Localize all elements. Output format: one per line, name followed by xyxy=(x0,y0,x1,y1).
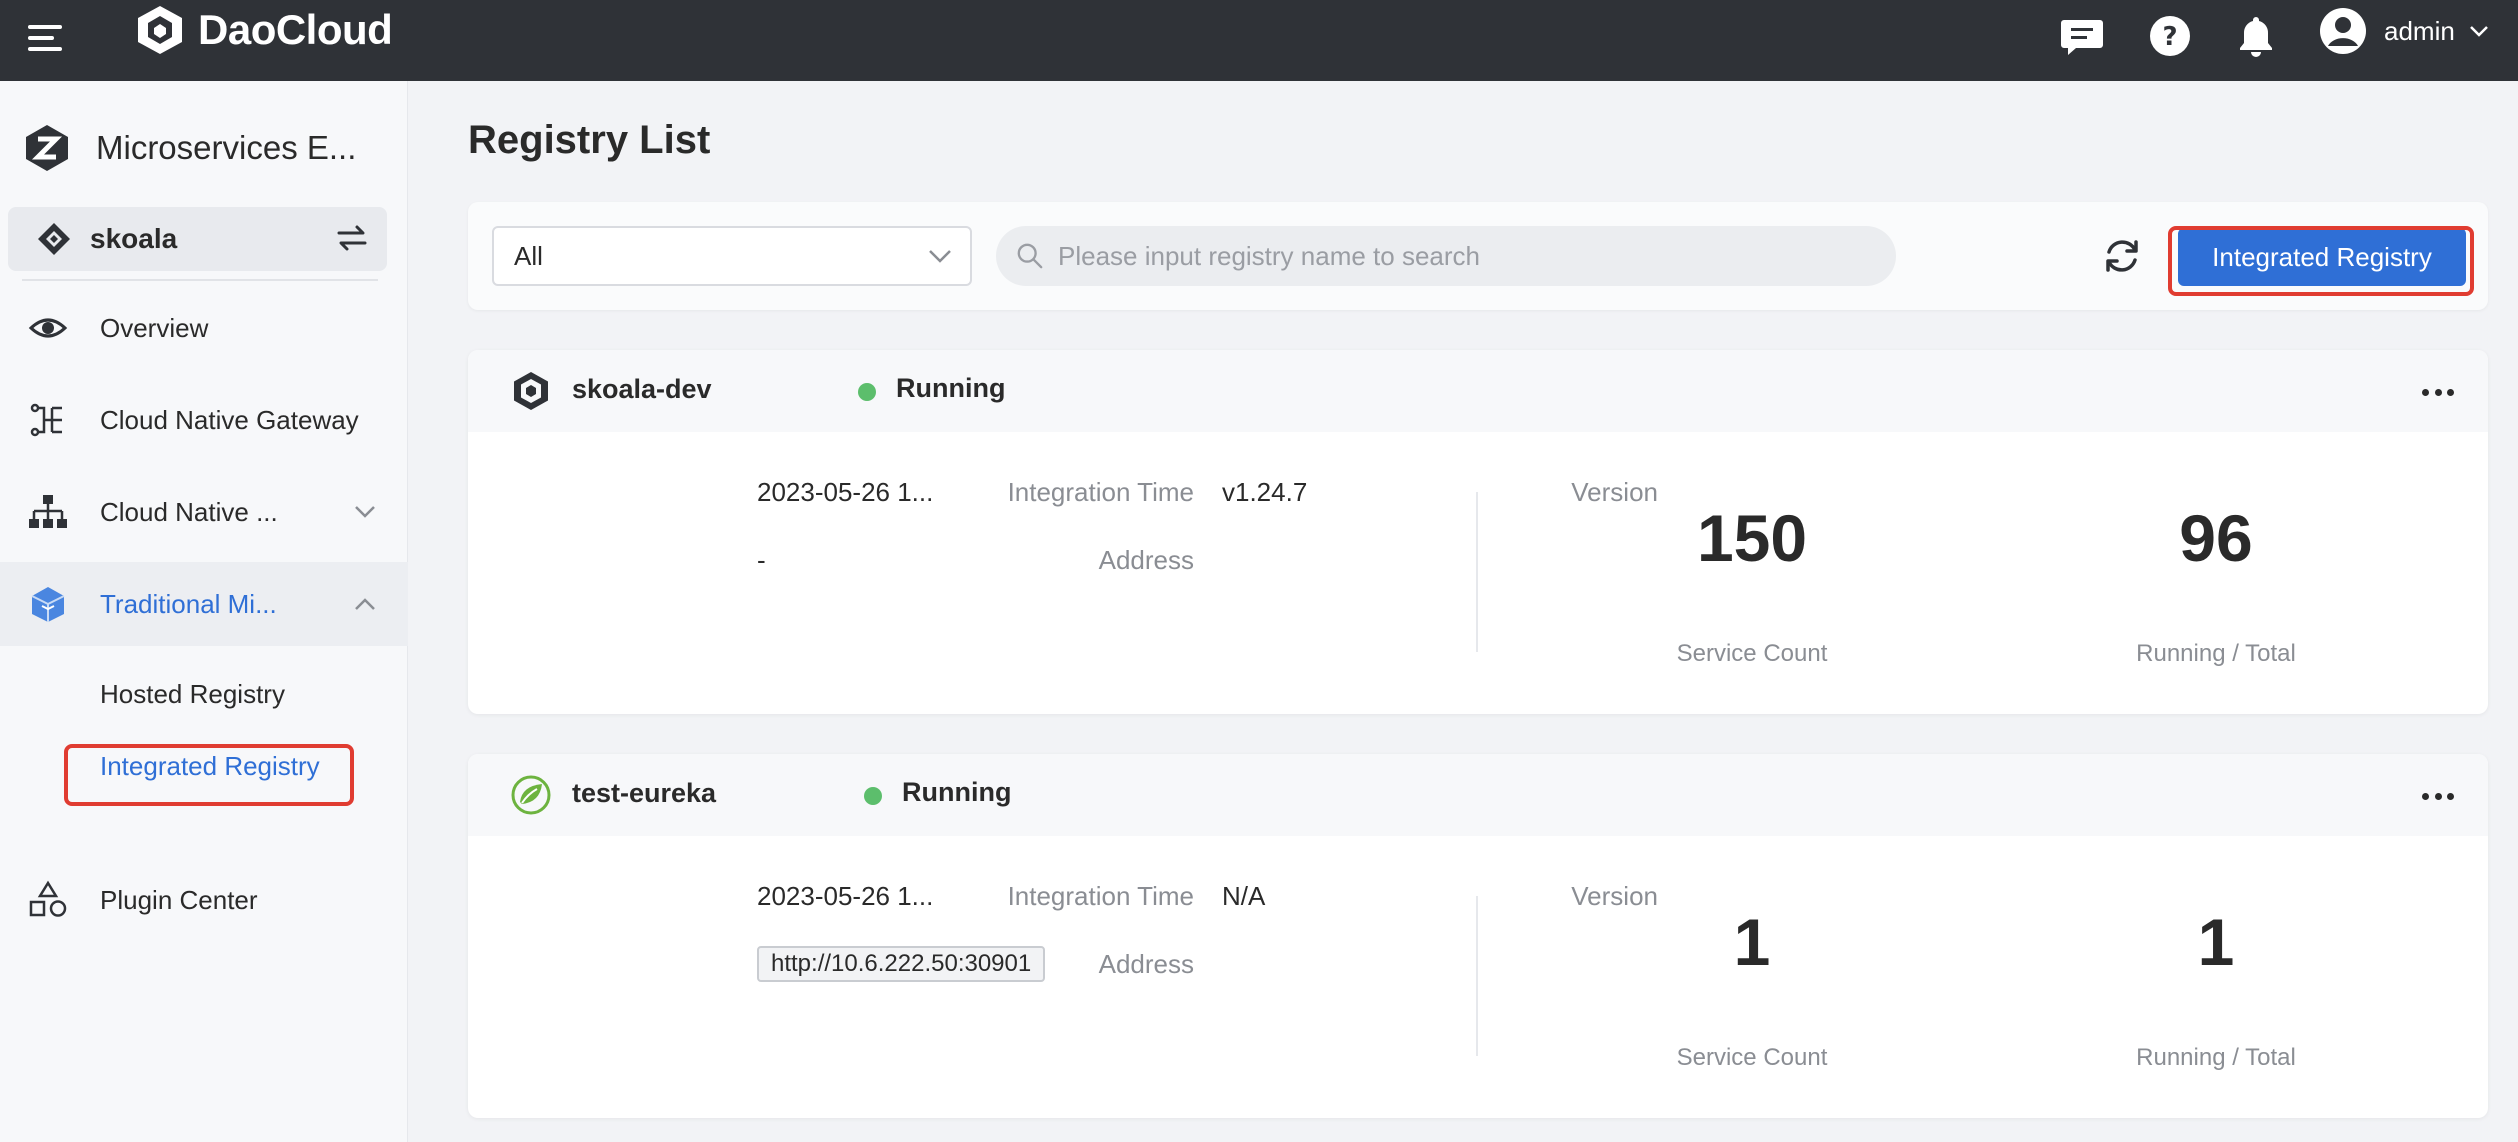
type-filter-select[interactable]: All xyxy=(492,226,972,286)
sidebar-subitem-hosted-registry[interactable]: Hosted Registry xyxy=(100,679,285,710)
search-input[interactable] xyxy=(1058,240,1858,272)
service-count-value: 1 xyxy=(1733,905,1771,979)
address-value: - xyxy=(757,545,766,575)
svg-text:?: ? xyxy=(2162,22,2177,52)
status-dot xyxy=(858,383,876,401)
status-dot xyxy=(864,787,882,805)
module-header: Microservices E... xyxy=(22,123,356,173)
toolbar: All Integrated Registry xyxy=(468,202,2488,310)
integration-time-value: 2023-05-26 1... xyxy=(757,881,934,911)
integration-time-label: Integration Time xyxy=(1007,477,1194,507)
sidebar-item-label: Plugin Center xyxy=(100,884,258,915)
sidebar-subitem-integrated-registry[interactable]: Integrated Registry xyxy=(100,751,320,782)
running-total-label: Running / Total xyxy=(2136,1044,2296,1071)
microservices-logo-icon xyxy=(26,125,68,171)
address-label: Address xyxy=(1098,545,1194,575)
menu-icon[interactable] xyxy=(26,18,66,58)
workspace-icon xyxy=(38,223,70,255)
cube-icon xyxy=(28,584,68,624)
card-header: skoala-dev Running xyxy=(468,350,2488,432)
hierarchy-icon xyxy=(28,492,68,532)
workspace-selector[interactable]: skoala xyxy=(8,207,387,271)
version-value: v1.24.7 xyxy=(1222,477,1308,507)
integration-time-label: Integration Time xyxy=(1007,881,1194,911)
running-total-value: 1 xyxy=(2197,905,2235,979)
service-count-label: Service Count xyxy=(1676,640,1828,667)
chevron-down-icon xyxy=(355,506,375,518)
chevron-down-icon xyxy=(929,250,951,263)
select-value: All xyxy=(514,240,543,271)
service-count-value: 150 xyxy=(1696,501,1808,575)
version-value: N/A xyxy=(1222,881,1266,911)
divider xyxy=(1476,896,1478,1056)
page-title: Registry List xyxy=(468,118,711,162)
address-label: Address xyxy=(1098,949,1194,979)
divider xyxy=(1476,492,1478,652)
integrated-registry-button[interactable]: Integrated Registry xyxy=(2178,228,2466,286)
message-icon[interactable] xyxy=(2058,12,2106,60)
sidebar-item-overview[interactable]: Overview xyxy=(0,286,408,370)
more-options-icon[interactable] xyxy=(2416,372,2460,412)
registry-hexagon-logo-icon xyxy=(514,372,548,410)
card-header: test-eureka Running xyxy=(468,754,2488,836)
notification-bell-icon[interactable] xyxy=(2232,12,2280,60)
sidebar-divider xyxy=(22,279,378,281)
sidebar-item-label: Cloud Native ... xyxy=(100,496,278,527)
workspace-name: skoala xyxy=(90,223,178,254)
running-total-value: 96 xyxy=(2179,501,2253,575)
sidebar-item-plugin-center[interactable]: Plugin Center xyxy=(0,858,408,942)
search-box xyxy=(996,226,1896,286)
sidebar-item-label: Overview xyxy=(100,312,209,343)
sidebar-item-cloud-native[interactable]: Cloud Native ... xyxy=(0,470,408,554)
sidebar: Microservices E... skoala Overview Cloud… xyxy=(0,81,408,1142)
service-count-label: Service Count xyxy=(1676,1044,1828,1071)
plugin-shapes-icon xyxy=(28,880,68,920)
registry-name[interactable]: skoala-dev xyxy=(572,374,712,405)
user-menu[interactable]: admin xyxy=(2318,6,2489,56)
switch-icon[interactable] xyxy=(335,223,369,253)
gateway-icon xyxy=(28,400,68,440)
daocloud-logo-icon xyxy=(138,6,182,54)
brand-logo[interactable]: DaoCloud xyxy=(132,2,393,58)
sidebar-item-label: Traditional Mi... xyxy=(100,588,277,619)
refresh-icon[interactable] xyxy=(2100,234,2144,278)
running-total-label: Running / Total xyxy=(2136,640,2296,667)
sidebar-item-label: Cloud Native Gateway xyxy=(100,404,359,435)
username: admin xyxy=(2384,15,2455,46)
registry-name[interactable]: test-eureka xyxy=(572,778,716,809)
chevron-down-icon xyxy=(2469,26,2488,37)
user-avatar-icon xyxy=(2320,8,2366,54)
status-text: Running xyxy=(902,777,1012,807)
brand-name: DaoCloud xyxy=(198,6,393,53)
sidebar-item-traditional-microservices[interactable]: Traditional Mi... xyxy=(0,562,408,646)
chevron-up-icon xyxy=(355,598,375,610)
registry-card[interactable]: test-eureka Running Integration Time 202… xyxy=(468,754,2488,1118)
sidebar-item-cloud-native-gateway[interactable]: Cloud Native Gateway xyxy=(0,378,408,462)
help-icon[interactable]: ? xyxy=(2146,12,2194,60)
address-tag[interactable]: http://10.6.222.50:30901 xyxy=(757,946,1046,982)
module-title: Microservices E... xyxy=(96,129,357,166)
status-text: Running xyxy=(896,373,1006,403)
spring-leaf-logo-icon xyxy=(511,775,551,815)
registry-card[interactable]: skoala-dev Running Integration Time 2023… xyxy=(468,350,2488,714)
top-bar: DaoCloud ? admin xyxy=(0,0,2518,81)
eye-icon xyxy=(28,308,68,348)
more-options-icon[interactable] xyxy=(2416,776,2460,816)
search-icon xyxy=(1017,243,1043,269)
integration-time-value: 2023-05-26 1... xyxy=(757,477,934,507)
